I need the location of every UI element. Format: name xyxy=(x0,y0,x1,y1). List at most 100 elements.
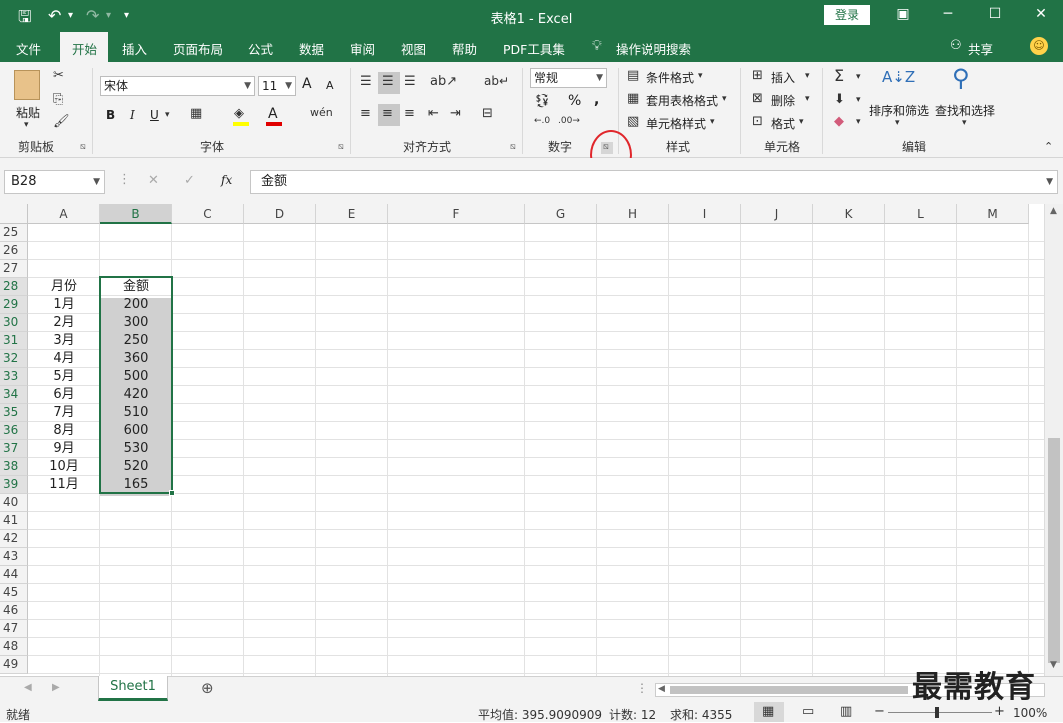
row-header-27[interactable]: 27 xyxy=(0,260,28,278)
scroll-up-icon[interactable]: ▲ xyxy=(1050,206,1057,216)
bold-button[interactable]: B xyxy=(106,108,115,122)
accounting-format-icon[interactable]: 💱︎ xyxy=(534,94,551,109)
conditional-format-button[interactable]: 条件格式 xyxy=(646,69,694,86)
shrink-font-button[interactable]: A xyxy=(326,79,334,92)
format-cells-button[interactable]: 格式 xyxy=(771,115,795,132)
alignment-launcher-icon[interactable]: ⧅ xyxy=(510,142,516,152)
zoom-slider-track[interactable] xyxy=(888,712,992,713)
align-center-icon[interactable]: ≡ xyxy=(382,106,393,121)
confirm-entry-icon[interactable]: ✓ xyxy=(184,173,195,188)
row-header-29[interactable]: 29 xyxy=(0,296,28,314)
align-right-icon[interactable]: ≡ xyxy=(404,106,415,121)
column-header-m[interactable]: M xyxy=(957,204,1029,224)
row-header-28[interactable]: 28 xyxy=(0,278,28,296)
row-header-42[interactable]: 42 xyxy=(0,530,28,548)
cell-month[interactable]: 5月 xyxy=(28,368,100,386)
cell-month[interactable]: 10月 xyxy=(28,458,100,476)
vertical-scrollbar[interactable]: ▲ ▼ xyxy=(1044,204,1063,676)
font-name-combo[interactable]: 宋体 ▼ xyxy=(100,76,255,96)
fill-handle[interactable] xyxy=(169,490,175,496)
chevron-down-icon[interactable]: ▾ xyxy=(856,117,861,127)
tab-data[interactable]: 数据 xyxy=(299,39,324,58)
font-size-combo[interactable]: 11 ▼ xyxy=(258,76,296,96)
prev-sheet-icon[interactable]: ◀ xyxy=(24,682,32,693)
borders-icon[interactable]: ▦ xyxy=(190,106,202,121)
row-header-26[interactable]: 26 xyxy=(0,242,28,260)
chevron-down-icon[interactable]: ▾ xyxy=(962,118,967,128)
insert-cells-button[interactable]: 插入 xyxy=(771,69,795,86)
align-middle-icon[interactable]: ☰ xyxy=(382,74,394,89)
row-header-43[interactable]: 43 xyxy=(0,548,28,566)
find-select-button[interactable]: 查找和选择 xyxy=(935,102,995,119)
chevron-down-icon[interactable]: ▼ xyxy=(1046,171,1053,193)
column-header-c[interactable]: C xyxy=(172,204,244,224)
number-format-combo[interactable]: 常规 ▼ xyxy=(530,68,607,88)
chevron-down-icon[interactable]: ▾ xyxy=(722,94,727,104)
row-header-36[interactable]: 36 xyxy=(0,422,28,440)
tab-page-layout[interactable]: 页面布局 xyxy=(173,39,223,58)
cancel-entry-icon[interactable]: ✕ xyxy=(148,173,159,188)
column-header-f[interactable]: F xyxy=(388,204,525,224)
collapse-ribbon-icon[interactable]: ⌃ xyxy=(1044,140,1053,153)
tab-formulas[interactable]: 公式 xyxy=(248,39,273,58)
orientation-icon[interactable]: ab↗ xyxy=(430,74,457,89)
scroll-down-icon[interactable]: ▼ xyxy=(1050,660,1057,670)
chevron-down-icon[interactable]: ▾ xyxy=(856,72,861,82)
chevron-down-icon[interactable]: ▼ xyxy=(93,171,100,193)
format-as-table-button[interactable]: 套用表格格式 xyxy=(646,92,718,109)
delete-cells-icon[interactable]: ⊠ xyxy=(752,91,763,106)
tab-help[interactable]: 帮助 xyxy=(452,39,477,58)
font-launcher-icon[interactable]: ⧅ xyxy=(338,142,344,152)
tell-me-search[interactable]: 操作说明搜索 xyxy=(616,39,691,58)
increase-decimal-icon[interactable]: ←.0 xyxy=(534,116,550,126)
row-header-40[interactable]: 40 xyxy=(0,494,28,512)
align-bottom-icon[interactable]: ☰ xyxy=(404,74,416,89)
decrease-indent-icon[interactable]: ⇤ xyxy=(428,106,439,121)
merge-center-icon[interactable]: ⊟ xyxy=(482,106,493,121)
column-header-e[interactable]: E xyxy=(316,204,388,224)
conditional-format-icon[interactable]: ▤ xyxy=(627,68,639,83)
name-box[interactable]: B28 ▼ xyxy=(4,170,105,194)
normal-view-icon[interactable]: ▦ xyxy=(762,704,774,719)
cell-month[interactable]: 11月 xyxy=(28,476,100,494)
format-as-table-icon[interactable]: ▦ xyxy=(627,91,639,106)
column-header-a[interactable]: A xyxy=(28,204,100,224)
column-header-g[interactable]: G xyxy=(525,204,597,224)
phonetic-guide-icon[interactable]: wén xyxy=(310,106,333,119)
cell-month[interactable]: 2月 xyxy=(28,314,100,332)
tab-view[interactable]: 视图 xyxy=(401,39,426,58)
row-header-45[interactable]: 45 xyxy=(0,584,28,602)
zoom-in-icon[interactable]: + xyxy=(994,704,1005,719)
row-header-38[interactable]: 38 xyxy=(0,458,28,476)
cell-a28-month-header[interactable]: 月份 xyxy=(28,278,100,296)
zoom-out-icon[interactable]: − xyxy=(874,704,885,719)
comma-style-button[interactable]: , xyxy=(594,92,599,108)
row-header-49[interactable]: 49 xyxy=(0,656,28,674)
add-sheet-icon[interactable]: ⊕ xyxy=(201,679,214,697)
chevron-down-icon[interactable]: ▾ xyxy=(698,71,703,81)
delete-cells-button[interactable]: 删除 xyxy=(771,92,795,109)
cell-month[interactable]: 4月 xyxy=(28,350,100,368)
page-break-view-icon[interactable]: ▥ xyxy=(840,704,852,719)
cell-month[interactable]: 6月 xyxy=(28,386,100,404)
align-left-icon[interactable]: ≡ xyxy=(360,106,371,121)
formula-input[interactable]: 金额 ▼ xyxy=(250,170,1058,194)
paste-dropdown-icon[interactable]: ▾ xyxy=(24,120,29,130)
tab-insert[interactable]: 插入 xyxy=(122,39,147,58)
row-header-39[interactable]: 39 xyxy=(0,476,28,494)
chevron-down-icon[interactable]: ▾ xyxy=(856,95,861,105)
fill-color-icon[interactable]: ◈ xyxy=(234,106,244,121)
format-cells-icon[interactable]: ⊡ xyxy=(752,114,763,129)
tab-home[interactable]: 开始 xyxy=(72,39,97,58)
minimize-icon[interactable]: ─ xyxy=(938,6,958,22)
zoom-level[interactable]: 100% xyxy=(1013,706,1047,720)
chevron-down-icon[interactable]: ▾ xyxy=(799,117,804,127)
row-header-44[interactable]: 44 xyxy=(0,566,28,584)
insert-function-button[interactable]: fx xyxy=(221,173,232,187)
zoom-slider-thumb[interactable] xyxy=(935,707,939,718)
row-header-31[interactable]: 31 xyxy=(0,332,28,350)
row-header-41[interactable]: 41 xyxy=(0,512,28,530)
chevron-down-icon[interactable]: ▾ xyxy=(710,117,715,127)
chevron-down-icon[interactable]: ▾ xyxy=(805,71,810,81)
paste-icon[interactable] xyxy=(14,70,40,100)
